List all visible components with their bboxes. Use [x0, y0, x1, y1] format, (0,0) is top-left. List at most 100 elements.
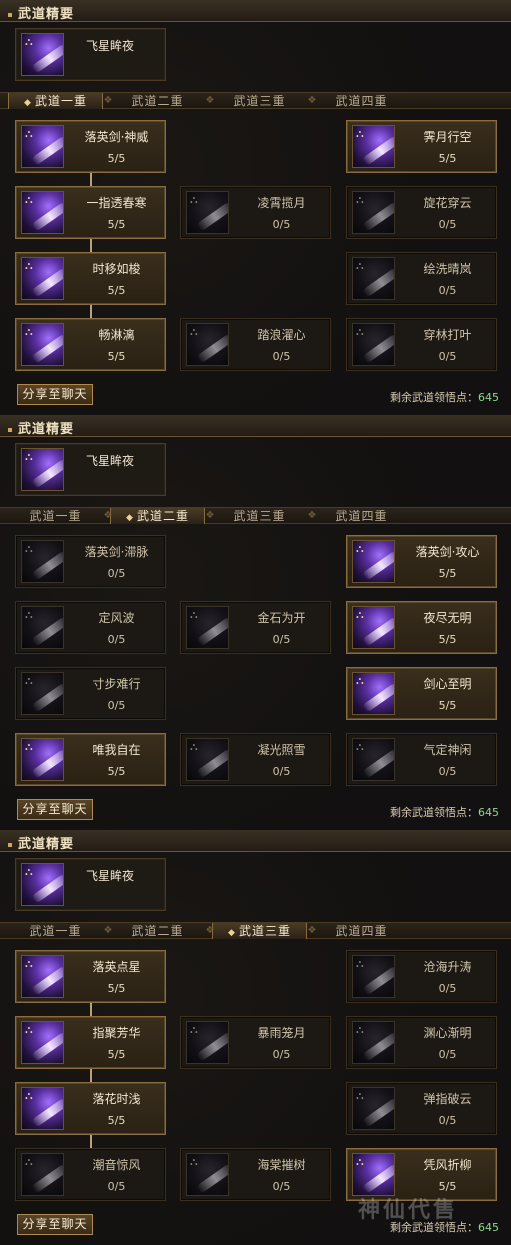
points-label: 剩余武道领悟点：: [390, 806, 478, 819]
skill-card[interactable]: ⛬ 踏浪濯心 0/5: [180, 318, 331, 371]
tab-tier-1[interactable]: ◆ 武道一重: [8, 93, 103, 109]
flying-star-icon: ⛬: [21, 448, 64, 491]
skill-card[interactable]: ⛬ 寸步难行 0/5: [15, 667, 166, 720]
skill-name: 旋花穿云: [423, 196, 472, 210]
skill-card[interactable]: ⛬ 凝光照雪 0/5: [180, 733, 331, 786]
skill-card[interactable]: ⛬ 金石为开 0/5: [180, 601, 331, 654]
skill-card[interactable]: ⛬ 旋花穿云 0/5: [346, 186, 497, 239]
moon-shuttle-icon: ⛬: [21, 1087, 64, 1130]
tab-label: 武道四重: [335, 94, 388, 108]
skill-level: 0/5: [272, 765, 291, 778]
slash-stroke-icon: [196, 616, 228, 647]
skill-card[interactable]: ⛬ 一指透春寒 5/5: [15, 186, 166, 239]
skill-name: 落英剑·滞脉: [84, 545, 149, 559]
skill-card[interactable]: ⛬ 定风波 0/5: [15, 601, 166, 654]
panel-title: 武道精要: [8, 418, 74, 437]
tier-tabs: ◆ 武道一重 武道二重 武道三重 武道四重 ❖ ❖ ❖: [0, 92, 511, 109]
panel-title: 武道精要: [8, 833, 74, 852]
tab-separator-icon: ❖: [205, 925, 215, 936]
essence-card[interactable]: ⛬ 飞星眸夜: [15, 28, 166, 81]
tab-tier-4[interactable]: 武道四重: [314, 93, 409, 109]
tab-tier-4[interactable]: 武道四重: [314, 508, 409, 524]
rank-glyph-icon: ⛬: [356, 608, 364, 621]
tab-tier-1[interactable]: 武道一重: [8, 923, 103, 939]
skill-card[interactable]: ⛬ 落英点星 5/5: [15, 950, 166, 1003]
skill-card[interactable]: ⛬ 剑心至明 5/5: [346, 667, 497, 720]
share-to-chat-button[interactable]: 分享至聊天: [17, 1214, 93, 1235]
skill-card[interactable]: ⛬ 落花时浅 5/5: [15, 1082, 166, 1135]
tab-tier-3[interactable]: ◆ 武道三重: [212, 923, 307, 939]
rank-glyph-icon: ⛬: [25, 542, 33, 555]
skill-card[interactable]: ⛬ 沧海升涛 0/5: [346, 950, 497, 1003]
skill-name: 踏浪濯心: [257, 328, 306, 342]
rank-glyph-icon: ⛬: [190, 1155, 198, 1168]
skill-name: 穿林打叶: [423, 328, 472, 342]
rank-glyph-icon: ⛬: [25, 127, 33, 140]
rank-glyph-icon: ⛬: [190, 325, 198, 338]
panel-header: 武道精要: [0, 830, 511, 852]
tab-tier-3[interactable]: 武道三重: [212, 508, 307, 524]
skill-card[interactable]: ⛬ 弹指破云 0/5: [346, 1082, 497, 1135]
skill-card[interactable]: ⛬ 畅淋漓 5/5: [15, 318, 166, 371]
slash-stroke-icon: [196, 1163, 228, 1194]
skill-card[interactable]: ⛬ 夜尽无明 5/5: [346, 601, 497, 654]
watermark-logo: 神仙代售: [358, 1198, 459, 1223]
slash-stroke-icon: [362, 748, 394, 779]
skill-card[interactable]: ⛬ 落英剑·神威 5/5: [15, 120, 166, 173]
sword-slash-icon: ⛬: [21, 955, 64, 998]
tab-separator-icon: ❖: [307, 510, 317, 521]
slash-stroke-icon: [362, 333, 394, 364]
skill-card[interactable]: ⛬ 穿林打叶 0/5: [346, 318, 497, 371]
skill-card[interactable]: ⛬ 潮音惊风 0/5: [15, 1148, 166, 1201]
tab-tier-2[interactable]: 武道二重: [110, 923, 205, 939]
skill-level: 0/5: [107, 1180, 126, 1193]
skill-card[interactable]: ⛬ 落英剑·滞脉 0/5: [15, 535, 166, 588]
sword-slash-icon: ⛬: [352, 672, 395, 715]
skill-name: 海棠摧树: [257, 1158, 306, 1172]
skill-level: 0/5: [438, 350, 457, 363]
rank-glyph-icon: ⛬: [25, 259, 33, 272]
skill-name: 霁月行空: [423, 130, 472, 144]
skill-name: 定风波: [98, 611, 135, 625]
slash-stroke-icon: [196, 1031, 228, 1062]
skill-level: 0/5: [438, 765, 457, 778]
tab-tier-2[interactable]: ◆ 武道二重: [110, 508, 205, 524]
slash-stroke-icon: [362, 550, 394, 581]
points-value: 645: [478, 391, 499, 404]
slash-stroke-icon: [31, 682, 63, 713]
abyss-icon: ⛬: [352, 1021, 395, 1064]
active-diamond-icon: ◆: [228, 928, 236, 938]
skill-name: 时移如梭: [92, 262, 141, 276]
skill-level: 0/5: [272, 633, 291, 646]
share-to-chat-button[interactable]: 分享至聊天: [17, 384, 93, 405]
share-to-chat-button[interactable]: 分享至聊天: [17, 799, 93, 820]
tab-tier-2[interactable]: 武道二重: [110, 93, 205, 109]
rank-glyph-icon: ⛬: [356, 1023, 364, 1036]
essence-name: 飞星眸夜: [86, 39, 135, 53]
skill-card[interactable]: ⛬ 指聚芳华 5/5: [15, 1016, 166, 1069]
skill-card[interactable]: ⛬ 时移如梭 5/5: [15, 252, 166, 305]
skill-name: 夜尽无明: [423, 611, 472, 625]
essence-card[interactable]: ⛬ 飞星眸夜: [15, 858, 166, 911]
skill-card[interactable]: ⛬ 气定神闲 0/5: [346, 733, 497, 786]
tier-tabs: 武道一重 ◆ 武道二重 武道三重 武道四重 ❖ ❖ ❖: [0, 507, 511, 524]
skill-card[interactable]: ⛬ 落英剑·攻心 5/5: [346, 535, 497, 588]
skill-card[interactable]: ⛬ 绘洗晴岚 0/5: [346, 252, 497, 305]
slash-stroke-icon: [31, 965, 63, 996]
skill-level: 0/5: [438, 1048, 457, 1061]
skill-card[interactable]: ⛬ 海棠摧树 0/5: [180, 1148, 331, 1201]
skill-name: 绘洗晴岚: [423, 262, 472, 276]
tab-tier-1[interactable]: 武道一重: [8, 508, 103, 524]
tab-tier-4[interactable]: 武道四重: [314, 923, 409, 939]
skill-card[interactable]: ⛬ 渊心渐明 0/5: [346, 1016, 497, 1069]
essence-name: 飞星眸夜: [86, 869, 135, 883]
tab-tier-3[interactable]: 武道三重: [212, 93, 307, 109]
skill-card[interactable]: ⛬ 凌霄揽月 0/5: [180, 186, 331, 239]
skill-card[interactable]: ⛬ 暴雨笼月 0/5: [180, 1016, 331, 1069]
essence-card[interactable]: ⛬ 飞星眸夜: [15, 443, 166, 496]
skill-card[interactable]: ⛬ 霁月行空 5/5: [346, 120, 497, 173]
rain-moon-icon: ⛬: [186, 1021, 229, 1064]
skill-card[interactable]: ⛬ 唯我自在 5/5: [15, 733, 166, 786]
skill-level: 0/5: [107, 633, 126, 646]
skill-level: 0/5: [438, 982, 457, 995]
